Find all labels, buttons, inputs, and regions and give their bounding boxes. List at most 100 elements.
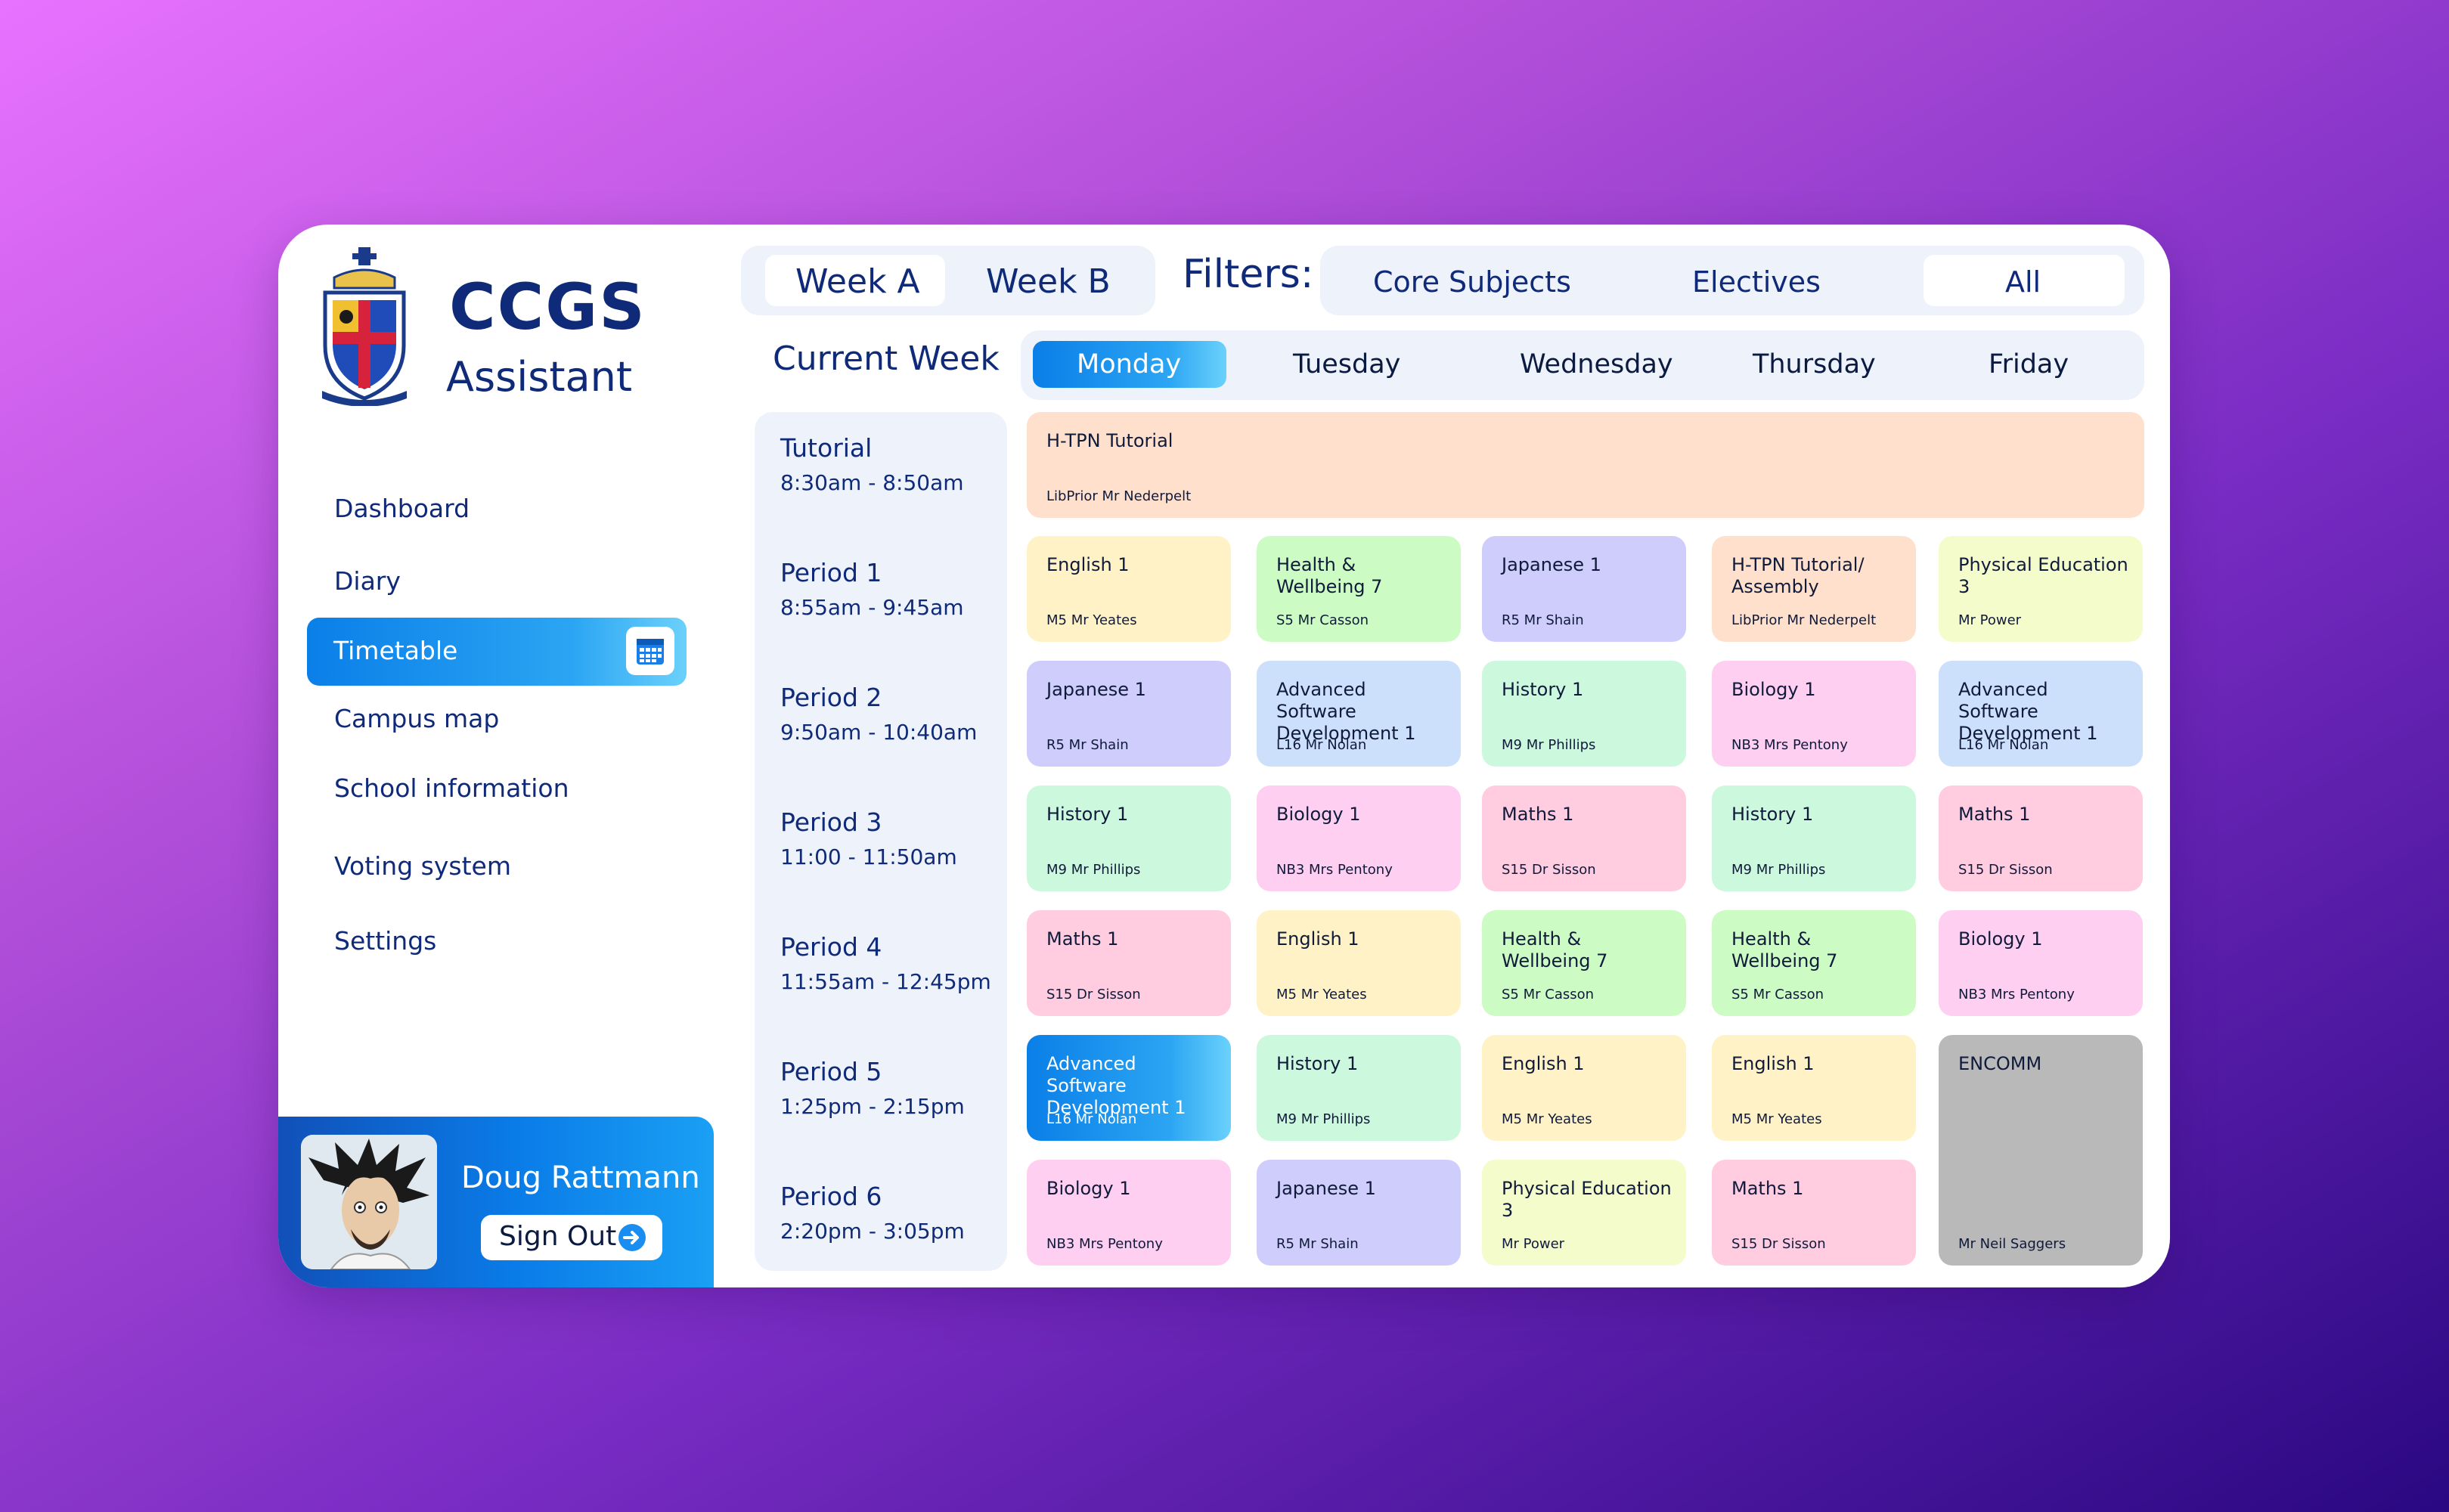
class-room-teacher: S15 Dr Sisson (1046, 987, 1141, 1002)
class-title: History 1 (1731, 804, 1814, 825)
class-card[interactable]: English 1 M5 Mr Yeates (1027, 536, 1231, 642)
filter-all-button[interactable]: All (1924, 255, 2125, 306)
day-tab-thursday[interactable]: Thursday (1694, 341, 1898, 388)
nav-diary[interactable]: Diary (334, 566, 401, 596)
week-a-button[interactable]: Week A (765, 255, 945, 306)
day-tab-wednesday[interactable]: Wednesday (1465, 341, 1673, 388)
class-room-teacher: S15 Dr Sisson (1502, 862, 1596, 878)
class-card[interactable]: Advanced Software Development 1 L16 Mr No… (1257, 661, 1461, 767)
class-title: H-TPN Tutorial (1046, 430, 1173, 451)
class-card[interactable]: Physical Education 3 Mr Power (1482, 1160, 1686, 1266)
class-card[interactable]: Biology 1 NB3 Mrs Pentony (1027, 1160, 1231, 1266)
class-room-teacher: R5 Mr Shain (1276, 1236, 1359, 1252)
class-card[interactable]: Biology 1 NB3 Mrs Pentony (1257, 785, 1461, 891)
week-b-label: Week B (986, 262, 1111, 301)
class-card[interactable]: History 1 M9 Mr Phillips (1027, 785, 1231, 891)
nav-voting-system[interactable]: Voting system (334, 851, 511, 881)
day-tab-friday[interactable]: Friday (1920, 341, 2117, 388)
class-title: Maths 1 (1502, 804, 1574, 825)
class-card[interactable]: English 1 M5 Mr Yeates (1257, 910, 1461, 1016)
class-room-teacher: M9 Mr Phillips (1276, 1111, 1371, 1127)
class-card[interactable]: English 1 M5 Mr Yeates (1482, 1035, 1686, 1141)
class-room-teacher: L16 Mr Nolan (1046, 1111, 1137, 1127)
class-title: Advanced Software Development 1 (1046, 1053, 1186, 1118)
class-card[interactable]: History 1 M9 Mr Phillips (1257, 1035, 1461, 1141)
nav-timetable-label: Timetable (333, 636, 458, 665)
class-card[interactable]: History 1 M9 Mr Phillips (1712, 785, 1916, 891)
filter-electives-button[interactable]: Electives (1668, 255, 1865, 306)
class-title: English 1 (1731, 1053, 1815, 1074)
class-card[interactable]: Maths 1 S15 Dr Sisson (1939, 785, 2143, 891)
class-card[interactable]: Maths 1 S15 Dr Sisson (1027, 910, 1231, 1016)
class-card[interactable]: ENCOMM Mr Neil Saggers (1939, 1035, 2143, 1266)
period-time: 11:55am - 12:45pm (780, 969, 991, 994)
class-card[interactable]: Japanese 1 R5 Mr Shain (1027, 661, 1231, 767)
period-column: Tutorial 8:30am - 8:50am Period 1 8:55am - … (755, 412, 1007, 1271)
class-card[interactable]: H-TPN Tutorial LibPrior Mr Nederpelt (1027, 412, 2144, 518)
class-card[interactable]: Advanced Software Development 1 L16 Mr No… (1027, 1035, 1231, 1141)
class-title: Japanese 1 (1046, 679, 1146, 700)
period-label: Period 1 8:55am - 9:45am (780, 558, 964, 620)
period-time: 1:25pm - 2:15pm (780, 1094, 965, 1119)
class-room-teacher: S15 Dr Sisson (1958, 862, 2053, 878)
filter-all-label: All (2005, 265, 2041, 299)
class-title: ENCOMM (1958, 1053, 2042, 1074)
day-tab-monday[interactable]: Monday (1033, 341, 1226, 388)
class-card[interactable]: Health & Wellbeing 7 S5 Mr Casson (1482, 910, 1686, 1016)
class-card[interactable]: Physical Education 3 Mr Power (1939, 536, 2143, 642)
period-name: Period 4 (780, 932, 882, 962)
nav-campus-map[interactable]: Campus map (334, 704, 499, 733)
class-room-teacher: Mr Neil Saggers (1958, 1236, 2066, 1252)
class-card[interactable]: Biology 1 NB3 Mrs Pentony (1712, 661, 1916, 767)
class-card[interactable]: Maths 1 S15 Dr Sisson (1482, 785, 1686, 891)
class-title: Japanese 1 (1502, 554, 1601, 575)
period-time: 8:55am - 9:45am (780, 595, 964, 620)
week-b-button[interactable]: Week B (968, 255, 1142, 306)
class-card[interactable]: Health & Wellbeing 7 S5 Mr Casson (1712, 910, 1916, 1016)
class-room-teacher: M9 Mr Phillips (1731, 862, 1826, 878)
class-room-teacher: M9 Mr Phillips (1502, 737, 1596, 753)
class-title: Physical Education 3 (1502, 1178, 1672, 1221)
class-room-teacher: S5 Mr Casson (1502, 987, 1595, 1002)
class-card[interactable]: English 1 M5 Mr Yeates (1712, 1035, 1916, 1141)
class-title: History 1 (1502, 679, 1584, 700)
class-title: Physical Education 3 (1958, 554, 2128, 597)
class-room-teacher: LibPrior Mr Nederpelt (1046, 488, 1192, 504)
period-label: Period 3 11:00 - 11:50am (780, 807, 957, 869)
nav-settings[interactable]: Settings (334, 926, 436, 956)
class-card[interactable]: Maths 1 S15 Dr Sisson (1712, 1160, 1916, 1266)
class-title: Biology 1 (1276, 804, 1361, 825)
class-room-teacher: R5 Mr Shain (1046, 737, 1129, 753)
class-card[interactable]: Japanese 1 R5 Mr Shain (1257, 1160, 1461, 1266)
nav-dashboard[interactable]: Dashboard (334, 494, 470, 523)
period-time: 9:50am - 10:40am (780, 720, 978, 745)
period-name: Tutorial (780, 433, 873, 463)
class-room-teacher: S15 Dr Sisson (1731, 1236, 1826, 1252)
school-crest-logo (322, 247, 407, 406)
nav-timetable[interactable]: Timetable (307, 618, 687, 686)
filter-core-subjects-button[interactable]: Core Subjects (1350, 255, 1577, 306)
period-name: Period 2 (780, 683, 882, 712)
current-week-label: Current Week (773, 339, 1000, 378)
class-card[interactable]: Biology 1 NB3 Mrs Pentony (1939, 910, 2143, 1016)
class-room-teacher: Mr Power (1502, 1236, 1565, 1252)
class-room-teacher: NB3 Mrs Pentony (1276, 862, 1393, 878)
class-room-teacher: Mr Power (1958, 612, 2022, 628)
class-card[interactable]: Advanced Software Development 1 L16 Mr No… (1939, 661, 2143, 767)
filter-electives-label: Electives (1692, 265, 1821, 299)
class-title: English 1 (1502, 1053, 1585, 1074)
sign-out-button[interactable]: Sign Out (481, 1215, 662, 1260)
day-tabs: Monday Tuesday Wednesday Thursday Friday (1021, 330, 2144, 400)
day-tab-tuesday[interactable]: Tuesday (1242, 341, 1435, 388)
class-title: History 1 (1276, 1053, 1359, 1074)
class-card[interactable]: Japanese 1 R5 Mr Shain (1482, 536, 1686, 642)
class-title: English 1 (1276, 928, 1359, 950)
class-card[interactable]: Health & Wellbeing 7 S5 Mr Casson (1257, 536, 1461, 642)
nav-school-information[interactable]: School information (334, 773, 569, 803)
period-label: Period 4 11:55am - 12:45pm (780, 932, 991, 994)
class-title: H-TPN Tutorial/ Assembly (1731, 554, 1865, 597)
class-room-teacher: R5 Mr Shain (1502, 612, 1584, 628)
class-room-teacher: M5 Mr Yeates (1731, 1111, 1822, 1127)
class-card[interactable]: History 1 M9 Mr Phillips (1482, 661, 1686, 767)
class-card[interactable]: H-TPN Tutorial/ Assembly LibPrior Mr Nede… (1712, 536, 1916, 642)
